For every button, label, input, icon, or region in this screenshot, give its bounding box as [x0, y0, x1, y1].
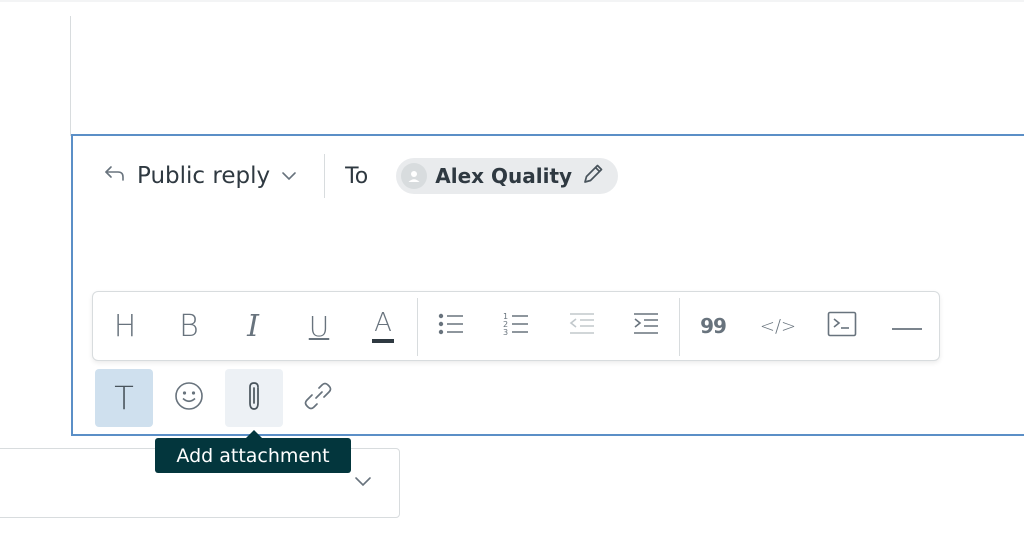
tooltip-text: Add attachment: [176, 444, 330, 467]
code-button[interactable]: </>: [756, 304, 800, 348]
toolbar-divider: [679, 298, 680, 356]
bold-icon: B: [179, 308, 199, 344]
chevron-down-icon: [280, 167, 298, 186]
pencil-icon[interactable]: [580, 161, 606, 191]
reply-type-label: Public reply: [137, 163, 271, 189]
formatting-toolbar: H B I U A 123 99 </>: [92, 291, 940, 361]
header-strip: [0, 0, 1024, 2]
chevron-down-icon: [353, 473, 373, 492]
text-color-button[interactable]: A: [361, 304, 405, 348]
add-attachment-tooltip: Add attachment: [155, 430, 351, 473]
outdent-button[interactable]: [560, 304, 604, 348]
horizontal-rule-icon: [891, 317, 923, 336]
toolbar-divider: [417, 298, 418, 356]
recipient-name: Alex Quality: [435, 164, 573, 188]
blockquote-button[interactable]: 99: [691, 304, 735, 348]
reply-header: Public reply To Alex Quality: [103, 154, 619, 198]
numbered-list-icon: 123: [502, 311, 530, 341]
attachment-button[interactable]: [225, 369, 283, 427]
svg-text:3: 3: [503, 328, 508, 337]
italic-icon: I: [247, 308, 259, 344]
terminal-icon: [827, 311, 857, 341]
indent-icon: [632, 312, 660, 340]
heading-icon: H: [113, 308, 137, 344]
bulleted-list-button[interactable]: [429, 304, 473, 348]
reply-arrow-icon: [103, 164, 127, 188]
numbered-list-button[interactable]: 123: [494, 304, 538, 348]
code-block-button[interactable]: [820, 304, 864, 348]
horizontal-rule-button[interactable]: [885, 304, 929, 348]
code-icon: </>: [759, 315, 797, 337]
heading-button[interactable]: H: [103, 304, 147, 348]
underline-icon: U: [308, 309, 330, 343]
avatar: [401, 163, 428, 189]
outdent-icon: [568, 312, 596, 340]
conversation-divider: [70, 16, 71, 136]
smiley-icon: [174, 381, 204, 415]
text-color-icon: A: [374, 307, 392, 338]
header-separator: [324, 154, 326, 198]
emoji-button[interactable]: [160, 369, 218, 427]
quote-icon: 99: [700, 314, 727, 338]
text-format-icon: T: [114, 379, 134, 417]
italic-button[interactable]: I: [231, 304, 275, 348]
underline-button[interactable]: U: [297, 304, 341, 348]
indent-button[interactable]: [624, 304, 668, 348]
paperclip-icon: [243, 379, 265, 417]
link-button[interactable]: [289, 369, 347, 427]
link-icon: [302, 380, 334, 416]
reply-type-dropdown[interactable]: Public reply: [103, 163, 298, 189]
text-color-swatch: [372, 338, 394, 343]
recipient-pill[interactable]: Alex Quality: [396, 158, 619, 194]
bulleted-list-icon: [437, 312, 465, 340]
bold-button[interactable]: B: [167, 304, 211, 348]
text-formatting-toggle-button[interactable]: T: [95, 369, 153, 427]
to-label: To: [345, 163, 369, 189]
